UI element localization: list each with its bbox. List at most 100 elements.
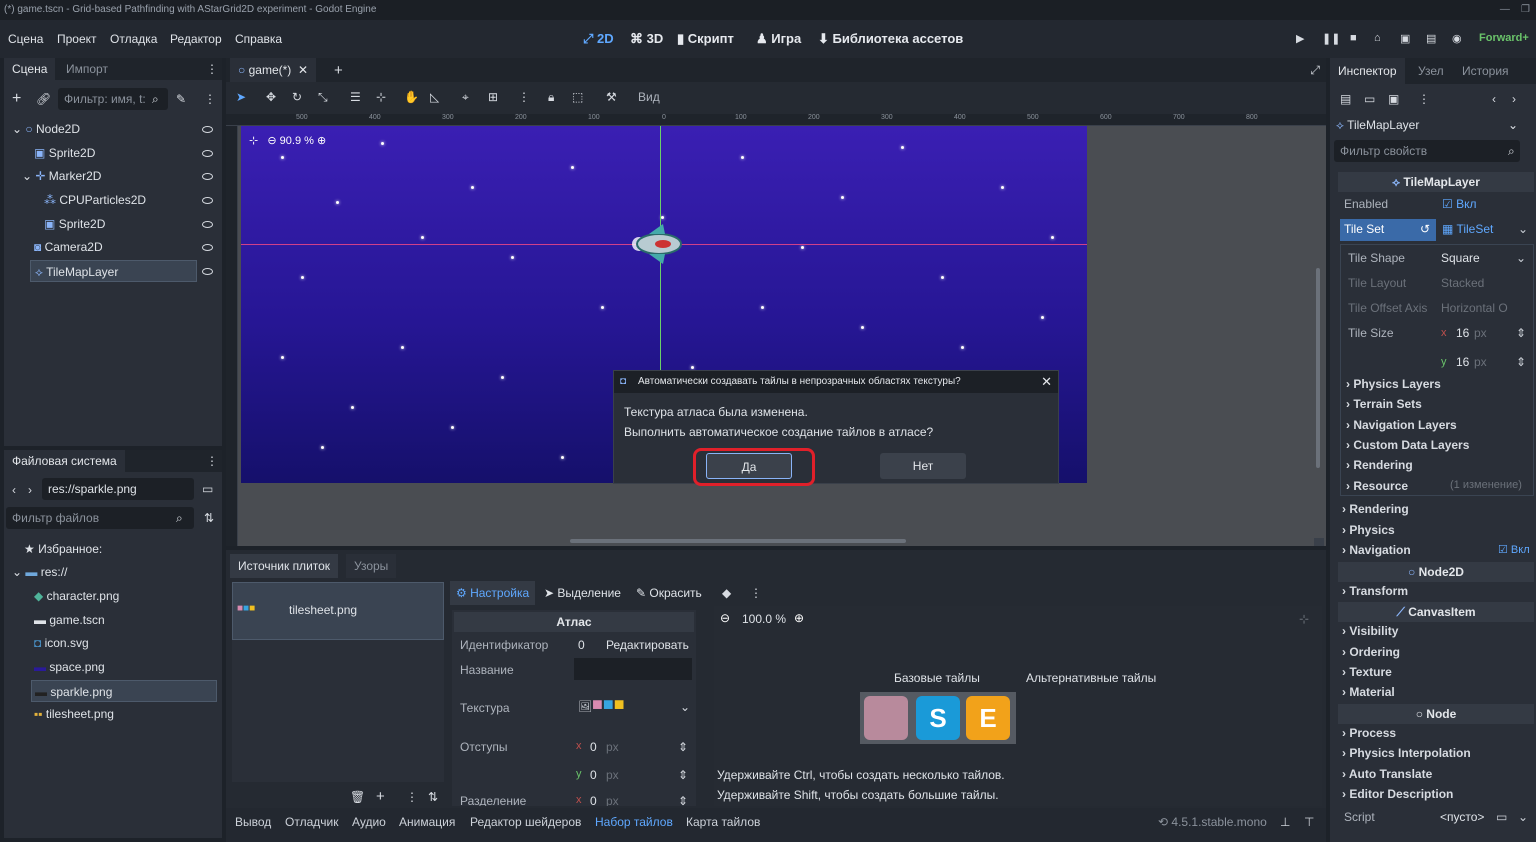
- tab-paint[interactable]: ✎ Окрасить: [636, 581, 702, 605]
- texture-preview[interactable]: 🖼︎■■■: [578, 694, 625, 715]
- chevron-down-icon[interactable]: ⌄: [1518, 219, 1528, 239]
- section-auto-translate[interactable]: › Auto Translate: [1342, 767, 1432, 781]
- menu-scene[interactable]: Сцена: [8, 32, 43, 46]
- visibility-eye-icon[interactable]: [202, 244, 213, 251]
- visibility-eye-icon[interactable]: [202, 221, 213, 228]
- separation-x-value[interactable]: 0: [590, 794, 597, 806]
- movie-maker-icon[interactable]: ◉: [1452, 32, 1462, 45]
- menu-debug[interactable]: Отладка: [110, 32, 157, 46]
- tab-import[interactable]: Импорт: [58, 58, 116, 80]
- workspace-game[interactable]: ♟ Игра: [756, 31, 801, 47]
- visibility-eye-icon[interactable]: [202, 173, 213, 180]
- menu-help[interactable]: Справка: [235, 32, 282, 46]
- pause-icon[interactable]: ❚❚: [1322, 32, 1340, 45]
- zoom-out-icon[interactable]: ⊖: [720, 611, 730, 625]
- folder-icon[interactable]: ▭: [1496, 810, 1507, 824]
- fs-path-input[interactable]: res://sparkle.png: [42, 478, 194, 500]
- atlas-zoom-value[interactable]: 100.0 %: [742, 612, 786, 626]
- stepper-icon[interactable]: ⇕: [678, 794, 688, 806]
- tab-tile-sources[interactable]: Источник плиток: [230, 554, 339, 578]
- history-forward-icon[interactable]: ›: [1512, 92, 1516, 106]
- save-resource-icon[interactable]: ▣: [1388, 92, 1399, 106]
- ruler-tool-icon[interactable]: ◺: [430, 90, 439, 104]
- pin-icon[interactable]: ⊥: [1280, 815, 1290, 829]
- script-value[interactable]: <пусто>: [1440, 810, 1484, 824]
- chevron-down-icon[interactable]: ⌄: [1518, 810, 1528, 824]
- workspace-3d[interactable]: ⌘ 3D: [630, 31, 663, 47]
- dock-menu-icon[interactable]: ⋮: [206, 454, 218, 468]
- bottom-tab-output[interactable]: Вывод: [235, 815, 271, 829]
- section-ordering[interactable]: › Ordering: [1342, 645, 1400, 659]
- file-icon-svg[interactable]: ◘ icon.svg: [34, 632, 89, 654]
- bottom-tab-debugger[interactable]: Отладчик: [285, 815, 338, 829]
- horizontal-scrollbar[interactable]: [570, 539, 906, 543]
- yes-button[interactable]: Да: [706, 453, 792, 479]
- split-view-icon[interactable]: ▭: [202, 482, 213, 496]
- section-physics-interpolation[interactable]: › Physics Interpolation: [1342, 746, 1471, 760]
- rotate-tool-icon[interactable]: ↻: [292, 90, 302, 104]
- tile-size-y[interactable]: 16: [1456, 352, 1469, 372]
- vertical-scrollbar[interactable]: [1316, 268, 1320, 468]
- visibility-eye-icon[interactable]: [202, 197, 213, 204]
- tile-start[interactable]: S: [916, 696, 960, 740]
- file-character-png[interactable]: ◆ character.png: [34, 585, 119, 607]
- stepper-icon[interactable]: ⇕: [1516, 323, 1526, 343]
- object-selector[interactable]: ⟡ TileMapLayer ⌄: [1336, 114, 1522, 136]
- stepper-icon[interactable]: ⇕: [678, 768, 688, 782]
- tree-node-sprite2d[interactable]: ▣ Sprite2D: [34, 142, 214, 164]
- lock-icon[interactable]: 🔒︎: [548, 90, 554, 105]
- tab-history[interactable]: История: [1454, 58, 1517, 84]
- section-navigation-layers[interactable]: › Navigation Layers: [1346, 418, 1457, 432]
- tab-scene[interactable]: Сцена: [4, 58, 56, 80]
- view-menu[interactable]: Вид: [638, 90, 660, 104]
- tools-menu-icon[interactable]: ⋮: [750, 586, 762, 600]
- margin-y-value[interactable]: 0: [590, 768, 597, 782]
- section-transform[interactable]: › Transform: [1342, 584, 1408, 598]
- spaceship-sprite[interactable]: [629, 222, 685, 266]
- close-icon[interactable]: ✕: [1041, 371, 1052, 393]
- dock-menu-icon[interactable]: ⋮: [206, 62, 218, 76]
- tree-node-sprite2d-child[interactable]: ▣ Sprite2D: [44, 213, 214, 235]
- remote-debug-icon[interactable]: ⌂: [1374, 32, 1381, 44]
- zoom-in-icon[interactable]: ⊕: [794, 611, 804, 625]
- source-menu-icon[interactable]: ⋮: [406, 790, 418, 804]
- move-tool-icon[interactable]: ✥: [266, 90, 276, 104]
- distraction-free-icon[interactable]: ⤢: [1310, 63, 1320, 78]
- bottom-tab-shader-editor[interactable]: Редактор шейдеров: [470, 815, 581, 829]
- eraser-icon[interactable]: ◆: [722, 586, 731, 600]
- zoom-value[interactable]: 90.9 %: [280, 135, 314, 147]
- favorites-item[interactable]: ★ Избранное:: [24, 538, 102, 560]
- section-navigation[interactable]: › Navigation: [1342, 543, 1411, 557]
- delete-source-icon[interactable]: 🗑︎: [350, 790, 365, 804]
- tab-game-scene[interactable]: ○ game(*) ✕: [230, 58, 317, 82]
- snap-options-icon[interactable]: ⋮: [518, 90, 530, 104]
- tree-node-camera2d[interactable]: ◙ Camera2D: [34, 236, 214, 258]
- group-icon[interactable]: ⬚: [572, 90, 583, 104]
- section-rendering[interactable]: › Rendering: [1342, 502, 1409, 516]
- offset-select[interactable]: Horizontal O: [1441, 298, 1508, 318]
- tile-size-x[interactable]: 16: [1456, 323, 1469, 343]
- script-attach-icon[interactable]: ✎: [176, 92, 186, 106]
- list-select-icon[interactable]: ☰: [350, 90, 361, 104]
- section-texture[interactable]: › Texture: [1342, 665, 1392, 679]
- layout-select[interactable]: Stacked: [1441, 273, 1484, 293]
- property-filter-input[interactable]: Фильтр свойств: [1334, 140, 1520, 162]
- margin-x-value[interactable]: 0: [590, 740, 597, 754]
- tree-node-marker2d[interactable]: ⌄ ✛ Marker2D: [22, 165, 212, 187]
- tree-node-cpuparticles2d[interactable]: ⁂ CPUParticles2D: [44, 189, 214, 211]
- center-view-icon[interactable]: ⊹: [249, 135, 258, 147]
- bottom-tab-tileset[interactable]: Набор тайлов: [595, 815, 673, 829]
- section-resource[interactable]: › Resource: [1346, 479, 1408, 493]
- zoom-out-icon[interactable]: ⊖: [267, 135, 276, 147]
- add-scene-tab-icon[interactable]: +: [334, 62, 343, 79]
- add-node-icon[interactable]: +: [12, 90, 21, 108]
- resource-menu-icon[interactable]: ⋮: [1418, 92, 1430, 106]
- section-terrain-sets[interactable]: › Terrain Sets: [1346, 397, 1422, 411]
- res-root-folder[interactable]: ⌄ ▬ res://: [12, 561, 67, 583]
- section-physics-layers[interactable]: › Physics Layers: [1346, 377, 1441, 391]
- scene-menu-icon[interactable]: ⋮: [204, 92, 216, 106]
- play-icon[interactable]: ▶: [1296, 32, 1304, 45]
- id-value[interactable]: 0: [578, 638, 585, 652]
- section-material[interactable]: › Material: [1342, 685, 1395, 699]
- select-tool-icon[interactable]: ➤: [236, 90, 246, 104]
